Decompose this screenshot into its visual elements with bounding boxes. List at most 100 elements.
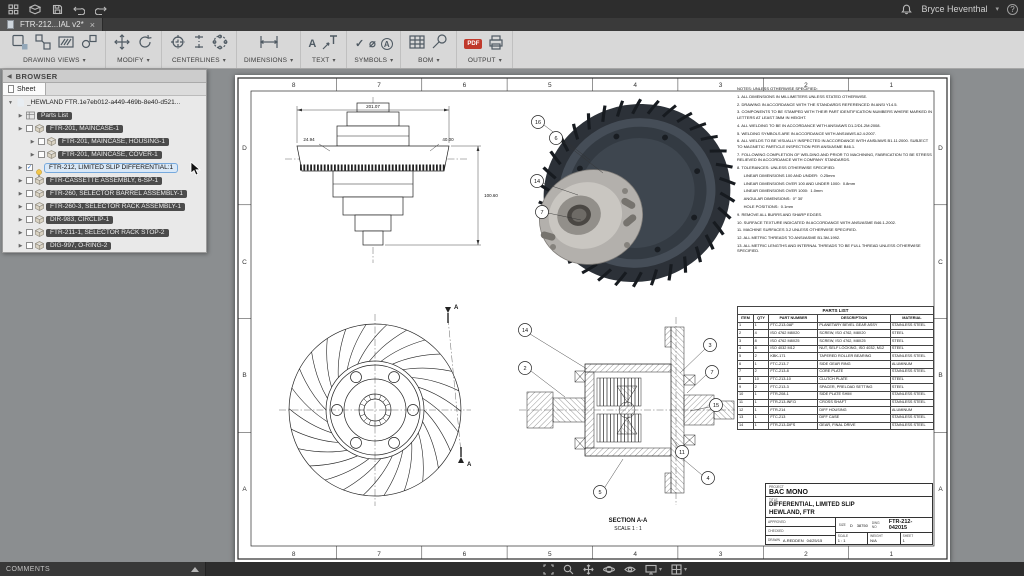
expand-arrow-icon[interactable]: ▶ xyxy=(17,217,24,223)
visibility-checkbox[interactable] xyxy=(26,242,33,249)
orbit-icon[interactable] xyxy=(603,564,615,575)
visibility-checkbox[interactable] xyxy=(26,125,33,132)
expand-arrow-icon[interactable]: ▶ xyxy=(17,126,24,132)
look-at-icon[interactable] xyxy=(624,564,636,575)
expand-arrow-icon[interactable]: ▶ xyxy=(17,178,24,184)
text-menu[interactable]: TEXT▾ xyxy=(312,57,336,64)
grid-settings-icon[interactable]: ▾ xyxy=(671,564,687,575)
browser-item-label[interactable]: DIG-997, O-RING-2 xyxy=(46,242,111,250)
browser-item-label[interactable]: FTR-212, LIMITED SLIP DIFFERENTIAL:1 xyxy=(45,164,177,172)
collapse-browser-icon[interactable]: ◀ xyxy=(7,73,12,80)
notifications-bell-icon[interactable] xyxy=(899,3,913,16)
balloon-button[interactable] xyxy=(431,33,449,56)
browser-item-component[interactable]: ▶ DIR-983, CIRCLIP-1 xyxy=(3,213,206,226)
comments-bar[interactable]: COMMENTS xyxy=(0,562,206,576)
visibility-checkbox[interactable] xyxy=(26,229,33,236)
bom-menu[interactable]: BOM▾ xyxy=(418,57,440,64)
expand-arrow-icon[interactable]: ▼ xyxy=(7,100,14,106)
symbols-menu[interactable]: SYMBOLS▾ xyxy=(354,57,393,64)
move-button[interactable] xyxy=(113,33,131,56)
view-section[interactable]: 14 2 3 7 15 11 4 5 SECTION A-A SCALE 1 :… xyxy=(519,317,736,532)
datum-button[interactable]: A xyxy=(381,38,393,50)
browser-item-component[interactable]: ▶ FTR-201, MAINCASE, COVER-1 xyxy=(3,148,206,161)
expand-arrow-icon[interactable]: ▶ xyxy=(29,139,36,145)
modify-menu[interactable]: MODIFY▾ xyxy=(117,57,150,64)
visibility-checkbox[interactable] xyxy=(26,203,33,210)
browser-item-label[interactable]: DIR-983, CIRCLIP-1 xyxy=(46,216,113,224)
save-icon[interactable] xyxy=(50,3,64,16)
bolt-pattern-button[interactable] xyxy=(211,33,229,56)
export-pdf-button[interactable]: PDF xyxy=(464,39,482,49)
browser-item-component[interactable]: ▶ FTR-201, MAINCASE, HOUSING-1 xyxy=(3,135,206,148)
rotate-button[interactable] xyxy=(136,33,154,56)
app-grid-icon[interactable] xyxy=(6,3,20,16)
browser-item-label[interactable]: FTR-201, MAINCASE, HOUSING-1 xyxy=(58,138,169,146)
browser-item-label[interactable]: FTR-211-1, SELECTOR RACK STOP-2 xyxy=(46,229,169,237)
dimensions-menu[interactable]: DIMENSIONS▾ xyxy=(244,57,293,64)
browser-item-component[interactable]: ▶ FTR-211-1, SELECTOR RACK STOP-2 xyxy=(3,226,206,239)
browser-item-component-selected[interactable]: ▶ ✓ FTR-212, LIMITED SLIP DIFFERENTIAL:1 xyxy=(3,161,206,174)
document-tab[interactable]: FTR-212...IAL v2* × xyxy=(0,18,103,31)
visibility-checkbox[interactable] xyxy=(26,177,33,184)
visibility-checkbox[interactable] xyxy=(38,138,45,145)
expand-arrow-icon[interactable]: ▶ xyxy=(17,191,24,197)
visibility-checkbox[interactable] xyxy=(38,151,45,158)
expand-arrow-icon[interactable]: ▶ xyxy=(29,152,36,158)
expand-arrow-icon[interactable]: ▶ xyxy=(17,204,24,210)
drawing-sheet[interactable]: 87 65 43 21 87 65 43 21 DC BA DC BA xyxy=(235,75,950,562)
detail-view-button[interactable] xyxy=(80,33,98,56)
data-panel-icon[interactable] xyxy=(28,3,42,16)
zoom-icon[interactable] xyxy=(563,564,574,575)
browser-item-label[interactable]: FTR-260, SELECTOR BARREL ASSEMBLY-1 xyxy=(46,190,187,198)
redo-icon[interactable] xyxy=(94,3,108,16)
view-isometric-differential[interactable]: 16 6 14 7 xyxy=(513,75,762,314)
leader-text-button[interactable] xyxy=(321,33,339,56)
projected-view-button[interactable] xyxy=(34,33,52,56)
visibility-checkbox[interactable]: ✓ xyxy=(26,164,33,171)
tab-close-icon[interactable]: × xyxy=(90,20,95,30)
undo-icon[interactable] xyxy=(72,3,86,16)
view-side-differential[interactable] xyxy=(285,97,467,263)
browser-item-component[interactable]: ▶ FTR-CASSETTE ASSEMBLY, 6-SP-1 xyxy=(3,174,206,187)
expand-arrow-icon[interactable]: ▶ xyxy=(17,243,24,249)
centerline-button[interactable] xyxy=(192,33,206,56)
pan-icon[interactable] xyxy=(583,564,594,575)
drawing-canvas[interactable]: 87 65 43 21 87 65 43 21 DC BA DC BA xyxy=(0,69,1024,562)
expand-arrow-icon[interactable]: ▶ xyxy=(17,230,24,236)
center-mark-button[interactable] xyxy=(169,33,187,56)
section-view-button[interactable] xyxy=(57,33,75,56)
browser-item-label[interactable]: Parts List xyxy=(37,112,72,120)
user-menu-caret-icon[interactable]: ▾ xyxy=(995,5,999,13)
browser-item-label[interactable]: FTR-CASSETTE ASSEMBLY, 6-SP-1 xyxy=(46,177,162,185)
expand-arrow-icon[interactable]: ▶ xyxy=(17,113,24,119)
diameter-symbol-button[interactable]: ⌀ xyxy=(369,39,376,50)
browser-item-parts-list[interactable]: ▶ Parts List xyxy=(3,109,206,122)
browser-item-component[interactable]: ▶ DIG-997, O-RING-2 xyxy=(3,239,206,252)
centerlines-menu[interactable]: CENTERLINES▾ xyxy=(172,57,226,64)
visibility-bulb-icon[interactable] xyxy=(35,164,43,172)
base-view-button[interactable] xyxy=(11,33,29,56)
print-button[interactable] xyxy=(487,33,505,56)
text-button[interactable]: A xyxy=(308,39,316,50)
fit-view-icon[interactable] xyxy=(543,564,554,575)
dimension-button[interactable] xyxy=(258,33,280,56)
drawing-views-menu[interactable]: DRAWING VIEWS▾ xyxy=(23,57,86,64)
browser-item-component[interactable]: ▶ FTR-260, SELECTOR BARREL ASSEMBLY-1 xyxy=(3,187,206,200)
help-icon[interactable]: ? xyxy=(1007,4,1018,15)
browser-item-root[interactable]: ▼ _HEWLAND FTR.1e7eb012-a449-469b-8e40-d… xyxy=(3,96,206,109)
browser-item-label[interactable]: FTR-201, MAINCASE-1 xyxy=(46,125,123,133)
view-gear-front[interactable] xyxy=(279,314,471,506)
browser-item-label[interactable]: FTR-260-3, SELECTOR RACK ASSEMBLY-1 xyxy=(46,203,185,211)
browser-item-component[interactable]: ▶ FTR-260-3, SELECTOR RACK ASSEMBLY-1 xyxy=(3,200,206,213)
surface-finish-button[interactable]: ✓ xyxy=(355,39,364,50)
expand-comments-icon[interactable] xyxy=(191,567,199,572)
visibility-checkbox[interactable] xyxy=(26,216,33,223)
browser-item-label[interactable]: FTR-201, MAINCASE, COVER-1 xyxy=(58,151,162,159)
browser-item-component[interactable]: ▶ FTR-201, MAINCASE-1 xyxy=(3,122,206,135)
user-name[interactable]: Bryce Heventhal xyxy=(921,4,987,14)
output-menu[interactable]: OUTPUT▾ xyxy=(468,57,502,64)
expand-arrow-icon[interactable]: ▶ xyxy=(17,165,24,171)
visibility-checkbox[interactable] xyxy=(26,190,33,197)
display-settings-icon[interactable]: ▾ xyxy=(645,564,662,575)
table-button[interactable] xyxy=(408,33,426,56)
